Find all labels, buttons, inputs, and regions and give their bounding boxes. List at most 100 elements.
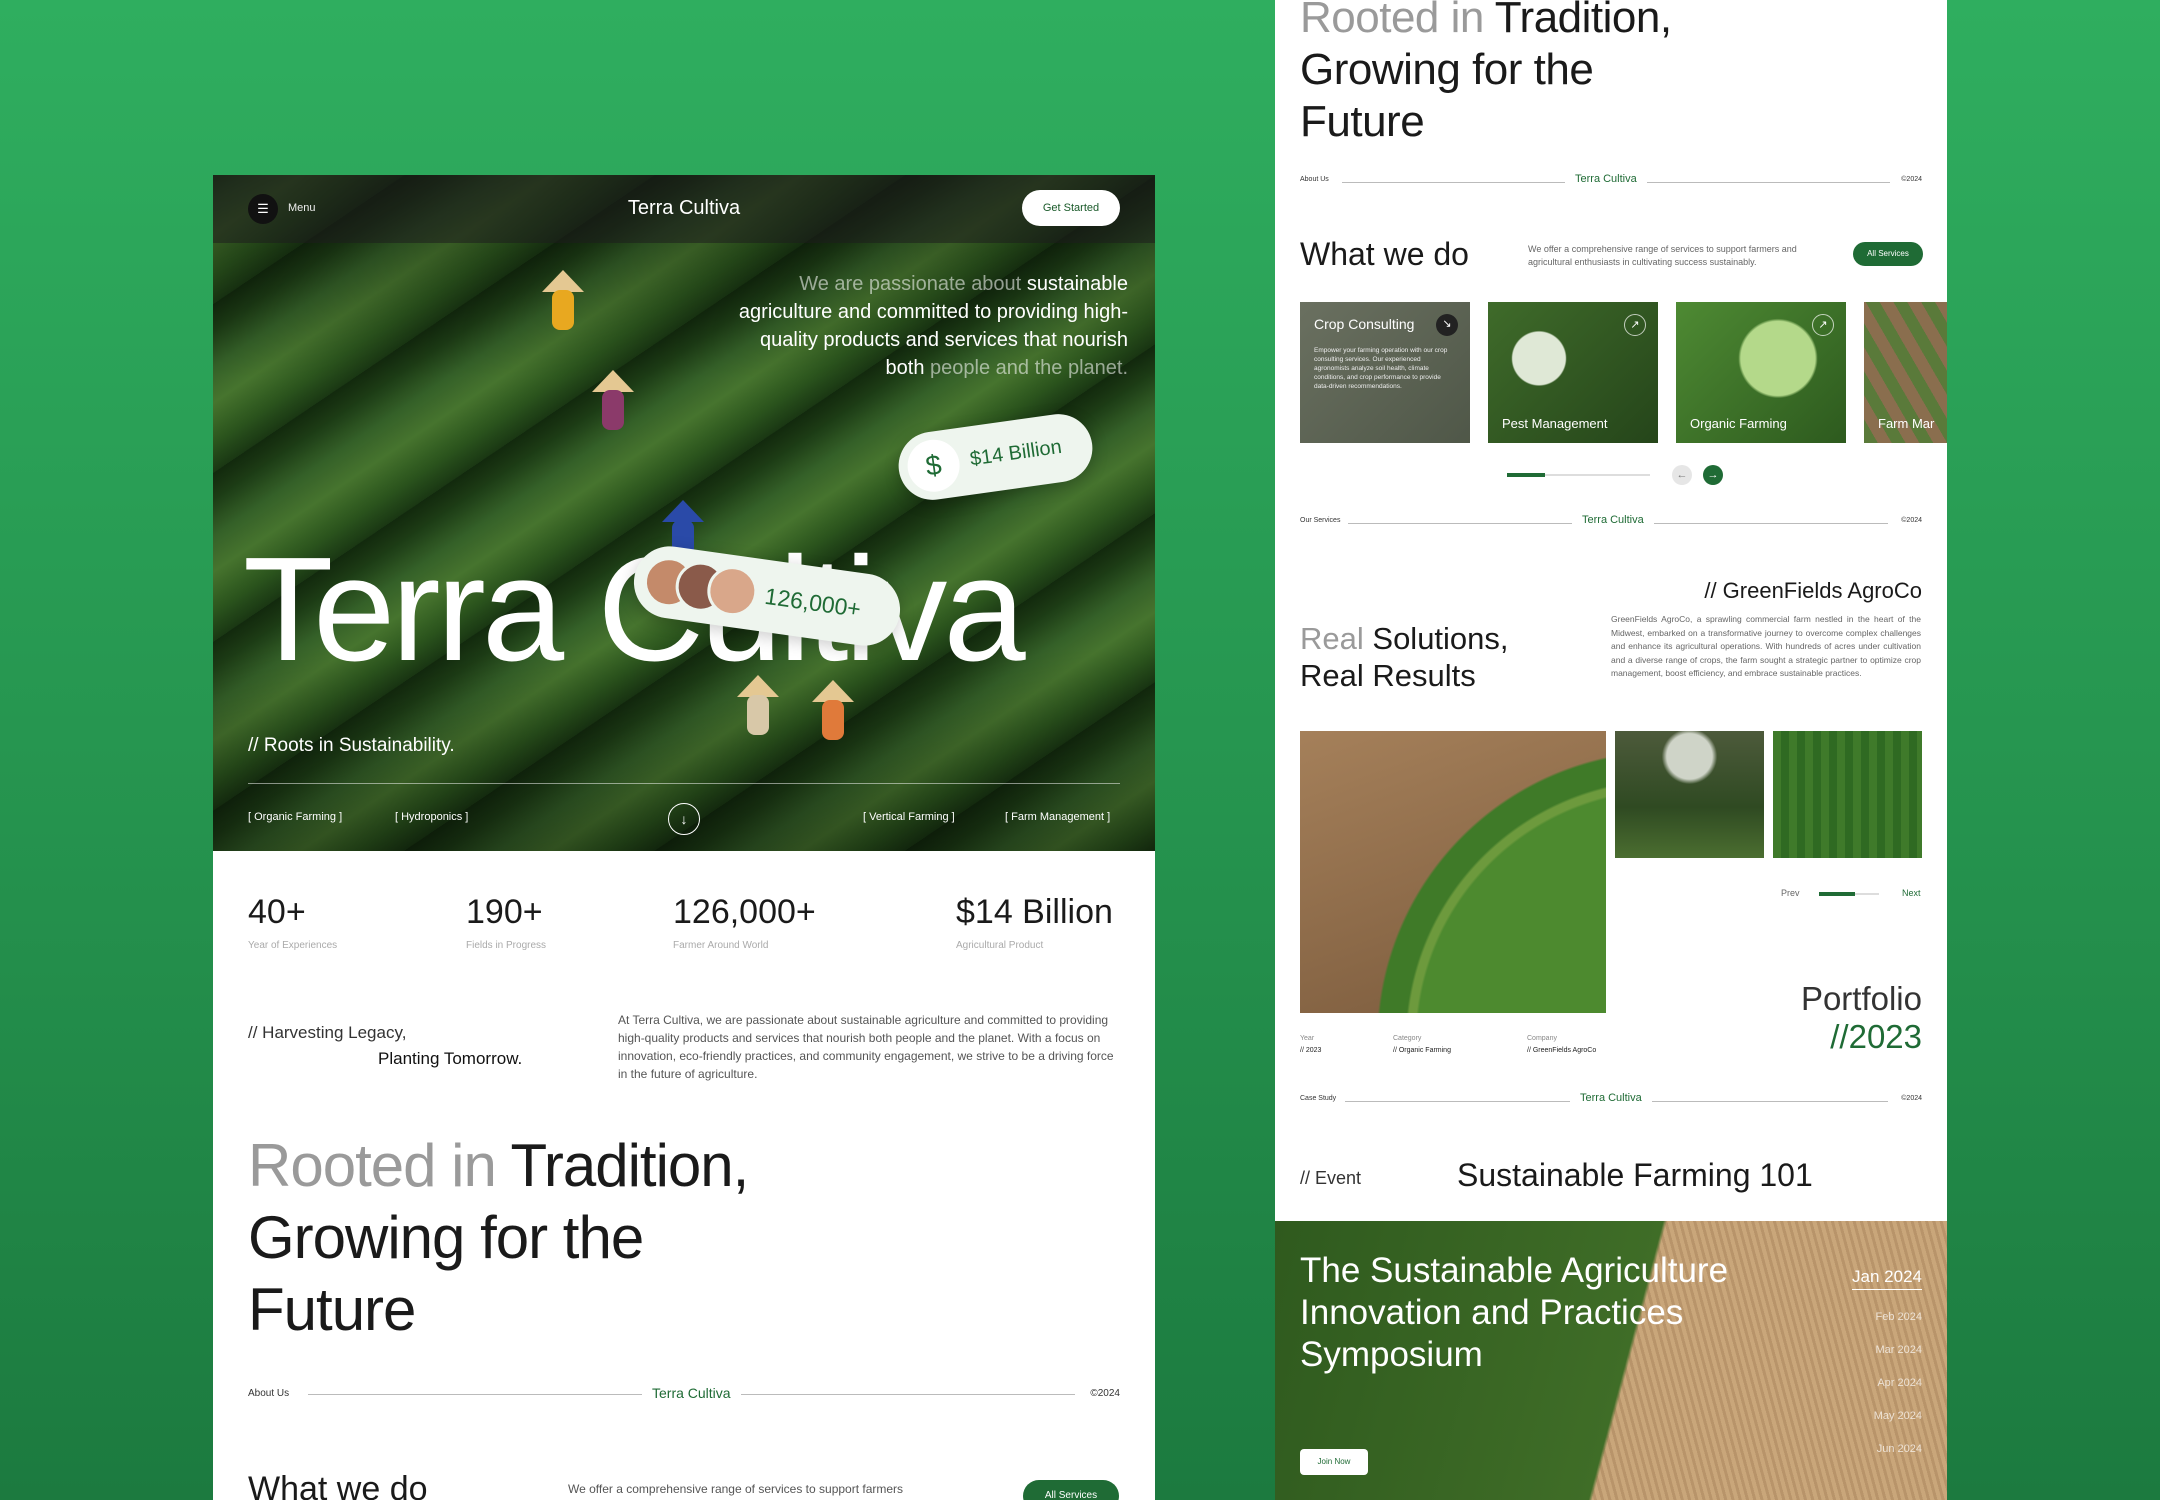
divider-brand: Terra Cultiva xyxy=(1565,173,1647,185)
hero-title: Terra Cultiva xyxy=(243,527,1026,692)
date-jan-2024[interactable]: Jan 2024 xyxy=(1852,1267,1922,1290)
card-title: Organic Farming xyxy=(1690,416,1787,431)
harvest-line-1: // Harvesting Legacy, xyxy=(248,1023,407,1042)
stat-value: $14 Billion xyxy=(956,893,1113,931)
rooted-line-2: Growing for the xyxy=(1300,45,1594,94)
what-we-do-description: We offer a comprehensive range of servic… xyxy=(1528,244,1797,267)
case-next-link[interactable]: Next xyxy=(1902,888,1921,898)
rooted-line-3: Future xyxy=(1300,97,1425,146)
case-client-name: // GreenFields AgroCo xyxy=(1704,578,1922,603)
users-pill-value: 126,000+ xyxy=(763,582,863,623)
hero-divider xyxy=(248,783,1120,784)
stat-fields: 190+ Fields in Progress xyxy=(466,893,546,951)
date-apr-2024[interactable]: Apr 2024 xyxy=(1877,1377,1922,1389)
top-navbar: ☰ Menu Terra Cultiva Get Started xyxy=(213,175,1155,243)
get-started-button[interactable]: Get Started xyxy=(1022,190,1120,226)
about-paragraph: At Terra Cultiva, we are passionate abou… xyxy=(618,1013,1114,1081)
brand-name[interactable]: Terra Cultiva xyxy=(213,197,1155,220)
event-headline-line: Innovation and Practices xyxy=(1300,1293,1684,1332)
date-feb-2024[interactable]: Feb 2024 xyxy=(1876,1311,1922,1323)
arrow-icon[interactable]: ↗ xyxy=(1812,314,1834,336)
case-heading-muted: Real xyxy=(1300,621,1364,656)
portfolio-heading: Portfolio //2023 xyxy=(1801,980,1922,1056)
date-jun-2024[interactable]: Jun 2024 xyxy=(1877,1443,1922,1455)
dollar-icon: $ xyxy=(904,436,963,496)
card-title: Crop Consulting xyxy=(1314,316,1415,332)
meta-company: Company // GreenFields AgroCo xyxy=(1527,1033,1596,1057)
divider-copyright: ©2024 xyxy=(1901,517,1922,524)
divider-left-label: Our Services xyxy=(1300,517,1341,524)
case-heading-line-2: Real Results xyxy=(1300,658,1476,693)
case-heading-line-1: Solutions, xyxy=(1372,621,1509,656)
about-divider: About Us Terra Cultiva ©2024 xyxy=(1300,172,1922,192)
stat-label: Year of Experiences xyxy=(248,940,338,951)
date-may-2024[interactable]: May 2024 xyxy=(1874,1410,1922,1422)
meta-year: Year // 2023 xyxy=(1300,1033,1321,1057)
case-prev-link[interactable]: Prev xyxy=(1781,888,1800,898)
event-banner: The Sustainable Agriculture Innovation a… xyxy=(1275,1221,1947,1500)
stat-value: 40+ xyxy=(248,893,306,931)
tag-farm-management[interactable]: [ Farm Management ] xyxy=(1005,811,1110,823)
meta-label: Company xyxy=(1527,1035,1557,1042)
stat-label: Farmer Around World xyxy=(673,940,769,951)
rooted-heading: Rooted in Tradition, Growing for the Fut… xyxy=(1300,0,1672,148)
divider-copyright: ©2024 xyxy=(1901,1095,1922,1102)
service-card-pest-management[interactable]: Pest Management ↗ xyxy=(1488,302,1658,443)
tag-vertical-farming[interactable]: [ Vertical Farming ] xyxy=(863,811,955,823)
stat-experience: 40+ Year of Experiences xyxy=(248,893,337,951)
irrigation-image xyxy=(1615,731,1764,858)
what-we-do-description: We offer a comprehensive range of servic… xyxy=(568,1482,904,1496)
tag-organic-farming[interactable]: [ Organic Farming ] xyxy=(248,811,342,823)
rooted-muted: Rooted in xyxy=(1300,0,1484,42)
revenue-pill-value: $14 Billion xyxy=(968,435,1064,471)
carousel-progress-fill xyxy=(1507,473,1545,477)
carousel-next-icon[interactable]: → xyxy=(1703,465,1723,485)
case-heading: Real Solutions, Real Results xyxy=(1300,620,1509,694)
harvest-line-2: Planting Tomorrow. xyxy=(378,1049,523,1068)
service-card-organic-farming[interactable]: Organic Farming ↗ xyxy=(1676,302,1846,443)
card-description: Empower your farming operation with our … xyxy=(1314,347,1448,390)
tag-hydroponics[interactable]: [ Hydroponics ] xyxy=(395,811,468,823)
divider-left-label: About Us xyxy=(1300,176,1329,183)
about-divider: About Us Terra Cultiva ©2024 xyxy=(248,1384,1120,1404)
all-services-button[interactable]: All Services xyxy=(1853,242,1923,266)
arrow-icon[interactable]: ↗ xyxy=(1624,314,1646,336)
portfolio-label: Portfolio xyxy=(1800,980,1922,1017)
stat-product: $14 Billion Agricultural Product xyxy=(956,893,1113,951)
service-card-farm-management[interactable]: Farm Mar xyxy=(1864,302,1947,443)
scroll-down-icon[interactable]: ↓ xyxy=(668,803,700,835)
farmer-figure xyxy=(538,270,588,340)
event-headline: The Sustainable Agriculture Innovation a… xyxy=(1300,1250,1728,1376)
case-progress-fill xyxy=(1819,892,1855,896)
right-page-preview: Rooted in Tradition, Growing for the Fut… xyxy=(1275,0,1947,1500)
harvest-heading: // Harvesting Legacy, Planting Tomorrow. xyxy=(248,1020,522,1072)
meta-value: // Organic Farming xyxy=(1393,1047,1451,1054)
arrow-icon[interactable]: ↘ xyxy=(1436,314,1458,336)
stat-label: Fields in Progress xyxy=(466,940,547,951)
case-description: GreenFields AgroCo, a sprawling commerci… xyxy=(1611,614,1921,678)
meta-value: // 2023 xyxy=(1300,1047,1322,1054)
all-services-button[interactable]: All Services xyxy=(1023,1480,1119,1500)
event-label: // Event xyxy=(1300,1168,1362,1188)
event-section-title: Sustainable Farming 101 xyxy=(1457,1157,1813,1193)
carousel-prev-icon[interactable]: ← xyxy=(1672,465,1692,485)
divider-brand: Terra Cultiva xyxy=(642,1385,741,1401)
service-card-crop-consulting[interactable]: Crop Consulting ↘ Empower your farming o… xyxy=(1300,302,1470,443)
tagline-muted: We are passionate about xyxy=(799,273,1022,295)
hero-section: ☰ Menu Terra Cultiva Get Started We are … xyxy=(213,175,1155,851)
farmer-figure xyxy=(588,370,638,440)
rooted-line-1: Tradition, xyxy=(510,1132,749,1199)
stat-value: 126,000+ xyxy=(673,893,816,931)
what-we-do-heading: What we do xyxy=(1300,236,1469,272)
hero-tagline: We are passionate about sustainable agri… xyxy=(733,270,1128,382)
stat-value: 190+ xyxy=(466,893,543,931)
rooted-muted: Rooted in xyxy=(248,1132,497,1199)
event-headline-line: Symposium xyxy=(1300,1335,1483,1374)
divider-left-label: Case Study xyxy=(1300,1095,1337,1102)
revenue-pill: $ $14 Billion xyxy=(894,409,1097,505)
date-mar-2024[interactable]: Mar 2024 xyxy=(1876,1344,1922,1356)
roots-caption: // Roots in Sustainability. xyxy=(248,735,455,756)
rooted-line-2: Growing for the xyxy=(248,1204,644,1271)
what-we-do-heading: What we do xyxy=(248,1470,428,1500)
join-now-button[interactable]: Join Now xyxy=(1300,1449,1368,1475)
